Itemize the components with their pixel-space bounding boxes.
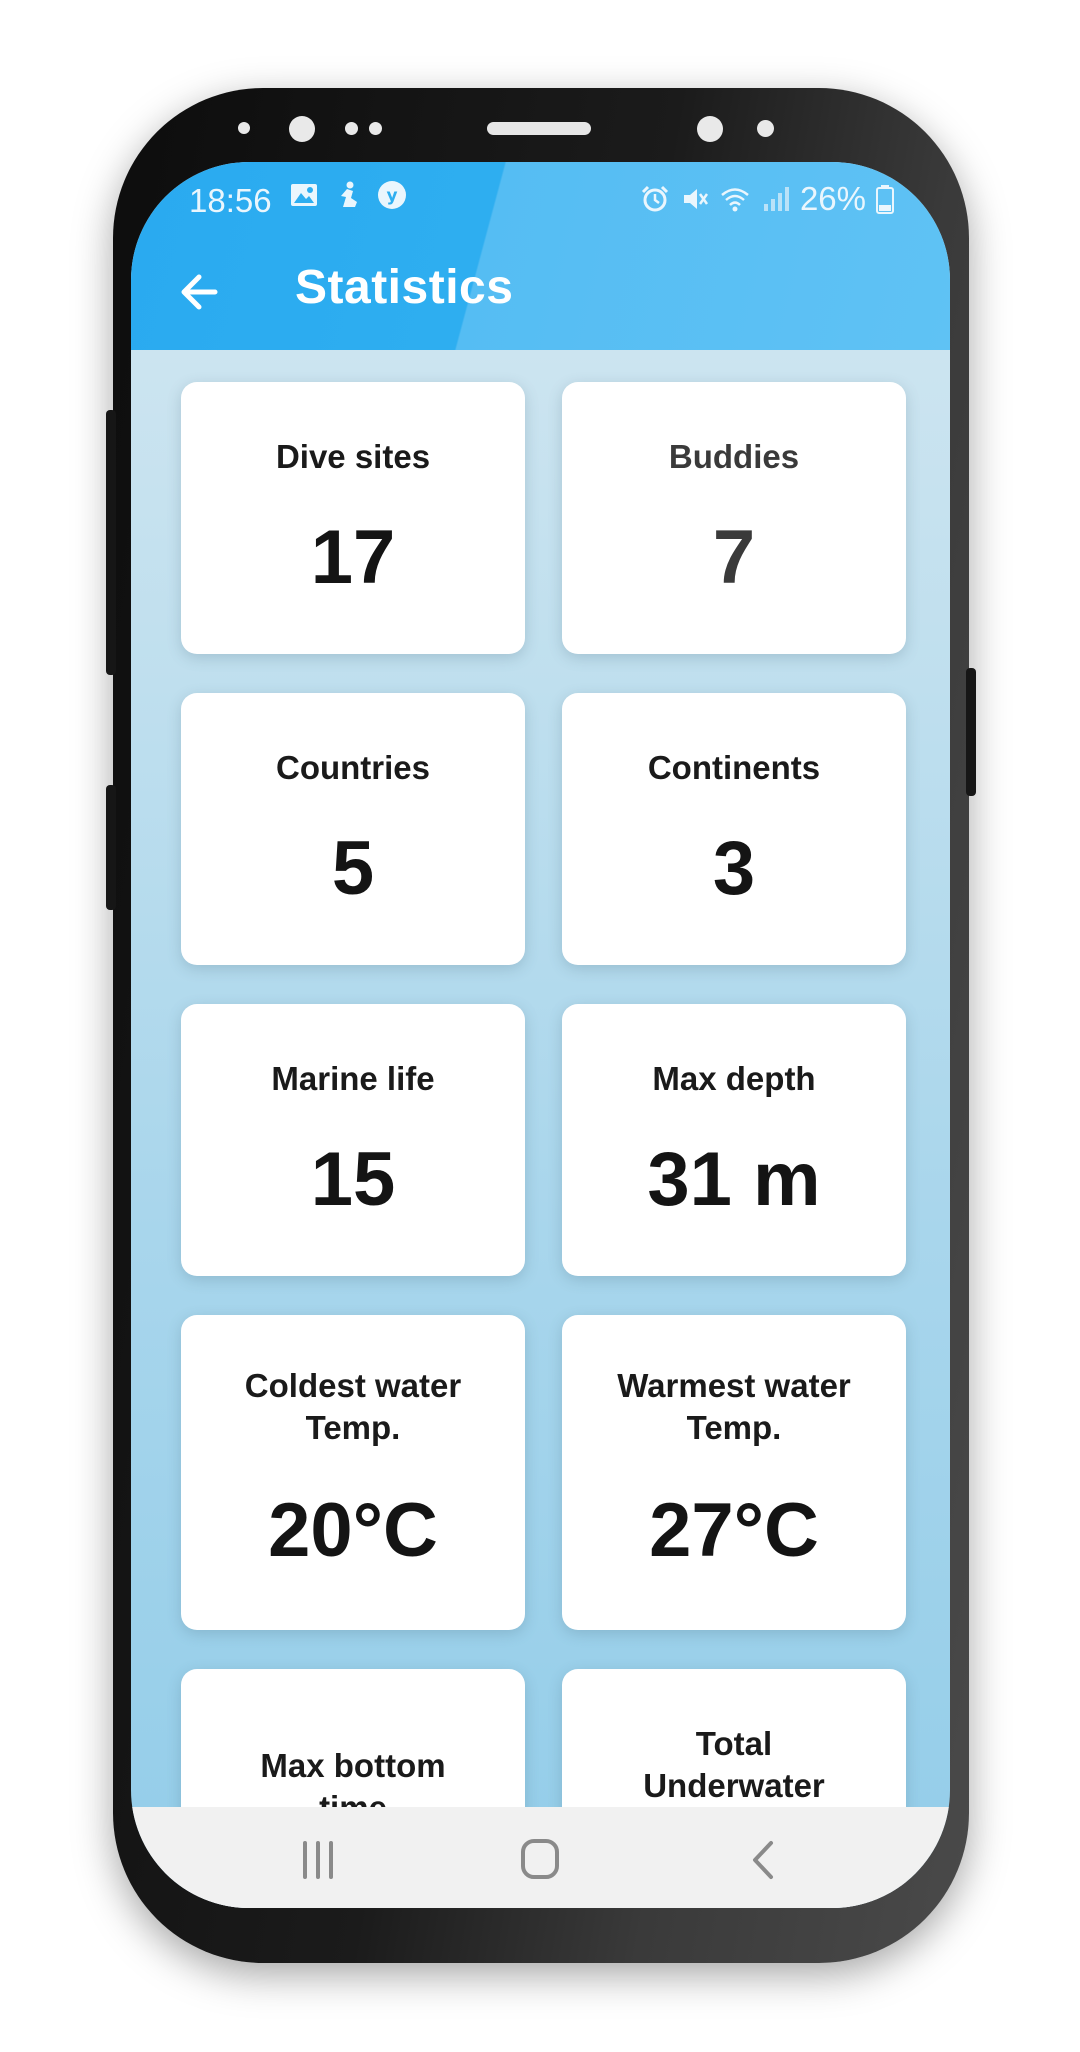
- earpiece-speaker: [487, 122, 591, 135]
- chevron-left-icon[interactable]: [735, 1835, 795, 1885]
- home-icon[interactable]: [511, 1835, 571, 1885]
- sensor-dot: [369, 122, 382, 135]
- screen: 18:56 y 26% Statistics Dive sites 17 Bud…: [131, 162, 950, 1908]
- yahoo-icon: y: [378, 181, 406, 209]
- stat-label: Continents: [647, 749, 821, 786]
- battery-percent: 26%: [799, 180, 866, 217]
- stat-value: 3: [712, 826, 756, 911]
- stat-card-warmest-water[interactable]: Warmest water Temp. 27°C: [562, 1315, 906, 1630]
- stat-value: 7: [712, 515, 756, 600]
- stat-card-countries[interactable]: Countries 5: [181, 693, 525, 965]
- stat-value: 5: [331, 826, 375, 911]
- stat-label: Dive sites: [275, 438, 431, 475]
- stat-card-marine-life[interactable]: Marine life 15: [181, 1004, 525, 1276]
- stat-label: Total Underwater: [643, 1725, 825, 1804]
- stat-label: Buddies: [668, 438, 800, 475]
- stat-card-dive-sites[interactable]: Dive sites 17: [181, 382, 525, 654]
- svg-text:y: y: [386, 186, 397, 206]
- signal-icon: [763, 187, 789, 211]
- wifi-icon: [721, 188, 749, 212]
- front-camera: [289, 116, 315, 142]
- sensor-dot: [757, 120, 774, 137]
- recents-icon[interactable]: [288, 1835, 348, 1885]
- stat-label: Max depth: [652, 1060, 816, 1097]
- status-time: 18:56: [189, 182, 272, 219]
- battery-icon: [876, 185, 894, 214]
- stat-label: Coldest water Temp.: [244, 1367, 462, 1446]
- app-bar: 18:56 y 26% Statistics: [131, 162, 950, 350]
- arrow-left-icon[interactable]: [171, 262, 231, 322]
- gallery-icon: [291, 184, 317, 206]
- stat-card-coldest-water[interactable]: Coldest water Temp. 20°C: [181, 1315, 525, 1630]
- page-title: Statistics: [295, 261, 514, 314]
- stat-card-buddies[interactable]: Buddies 7: [562, 382, 906, 654]
- sensor-dot: [345, 122, 358, 135]
- volume-up-button: [106, 410, 116, 675]
- power-button: [966, 668, 976, 796]
- figure-icon: [341, 181, 357, 207]
- status-bar: 18:56 y 26%: [131, 174, 950, 226]
- stat-label: Marine life: [271, 1060, 435, 1097]
- sensor-dot: [238, 122, 250, 134]
- stat-label: Countries: [275, 749, 430, 786]
- alarm-icon: [641, 185, 668, 212]
- mute-icon: [683, 189, 708, 209]
- stat-value: 27°C: [649, 1488, 819, 1573]
- stat-value: 15: [310, 1137, 396, 1222]
- sensor-dot: [697, 116, 723, 142]
- stat-value: 17: [310, 515, 396, 600]
- volume-down-button: [106, 785, 116, 910]
- stat-card-max-depth[interactable]: Max depth 31 m: [562, 1004, 906, 1276]
- stat-card-continents[interactable]: Continents 3: [562, 693, 906, 965]
- stat-value: 20°C: [268, 1488, 438, 1573]
- system-nav-bar: [131, 1807, 950, 1908]
- stat-value: 31 m: [647, 1137, 821, 1222]
- stat-label: Warmest water Temp.: [617, 1367, 851, 1446]
